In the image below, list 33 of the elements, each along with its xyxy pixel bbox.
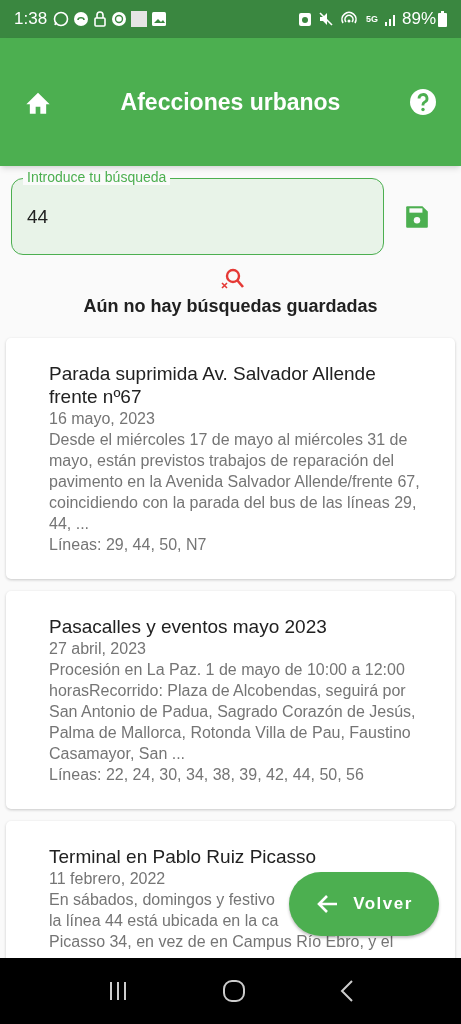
field-label: Introduce tu búsqueda <box>23 169 171 185</box>
card-description: Desde el miércoles 17 de mayo al miércoles 31 de mayo, están previstos trabajos de reparación del pavimento en la Avenida Salvador Allende/frente 67, coincidiendo con la parada del bus de las líneas 29, 44, ... <box>49 430 421 534</box>
app-title: Afecciones urbanos <box>120 87 341 117</box>
arrow-left-icon <box>315 893 340 915</box>
help-icon[interactable] <box>409 88 437 116</box>
card-description: Procesión en La Paz. 1 de mayo de 10:00 a 12:00 horasRecorrido: Plaza de Alcobendas, seguirá por San Antonio de Padua, Sagrado Corazón de Jesús, Palma de Mallorca, Rotonda Villa de Pau, Faustino Casamayor, San ... <box>49 660 417 764</box>
save-icon[interactable] <box>404 203 430 230</box>
battery-icon <box>438 11 447 27</box>
signal-icon <box>383 12 398 26</box>
card-description: En sábados, domingos y festivo <box>49 890 275 910</box>
news-card[interactable] <box>6 338 455 579</box>
chat-bubble-icon <box>53 11 70 27</box>
network-type: 5G <box>365 14 378 24</box>
card-description: la línea 44 está ubicada en la ca <box>49 911 279 931</box>
lock-icon <box>93 11 108 27</box>
back-nav-icon[interactable] <box>340 979 355 1003</box>
card-title: Terminal en Pablo Ruiz Picasso <box>49 845 318 868</box>
battery-percentage: 89% <box>401 8 436 31</box>
thumbnail-icon <box>131 11 148 27</box>
circle-logo-icon <box>111 11 128 27</box>
card-date: 16 mayo, 2023 <box>49 409 156 429</box>
status-time: 1:38 <box>14 8 48 31</box>
card-date: 11 febrero, 2022 <box>49 869 167 889</box>
image-icon <box>151 11 168 27</box>
news-card[interactable] <box>6 591 455 809</box>
card-title: Parada suprimida Av. Salvador Allende frente nº67 <box>49 362 377 408</box>
card-lines: Líneas: 22, 24, 30, 34, 38, 39, 42, 44, 50, 56 <box>49 765 365 785</box>
card-date: 27 abril, 2023 <box>49 639 147 659</box>
home-nav-icon[interactable] <box>222 979 247 1003</box>
mute-icon <box>317 11 334 27</box>
card-lines: Líneas: 29, 44, 50, N7 <box>49 535 208 555</box>
empty-message: Aún no hay búsquedas guardadas <box>83 295 378 318</box>
card-title: Pasacalles y eventos mayo 2023 <box>49 615 328 638</box>
